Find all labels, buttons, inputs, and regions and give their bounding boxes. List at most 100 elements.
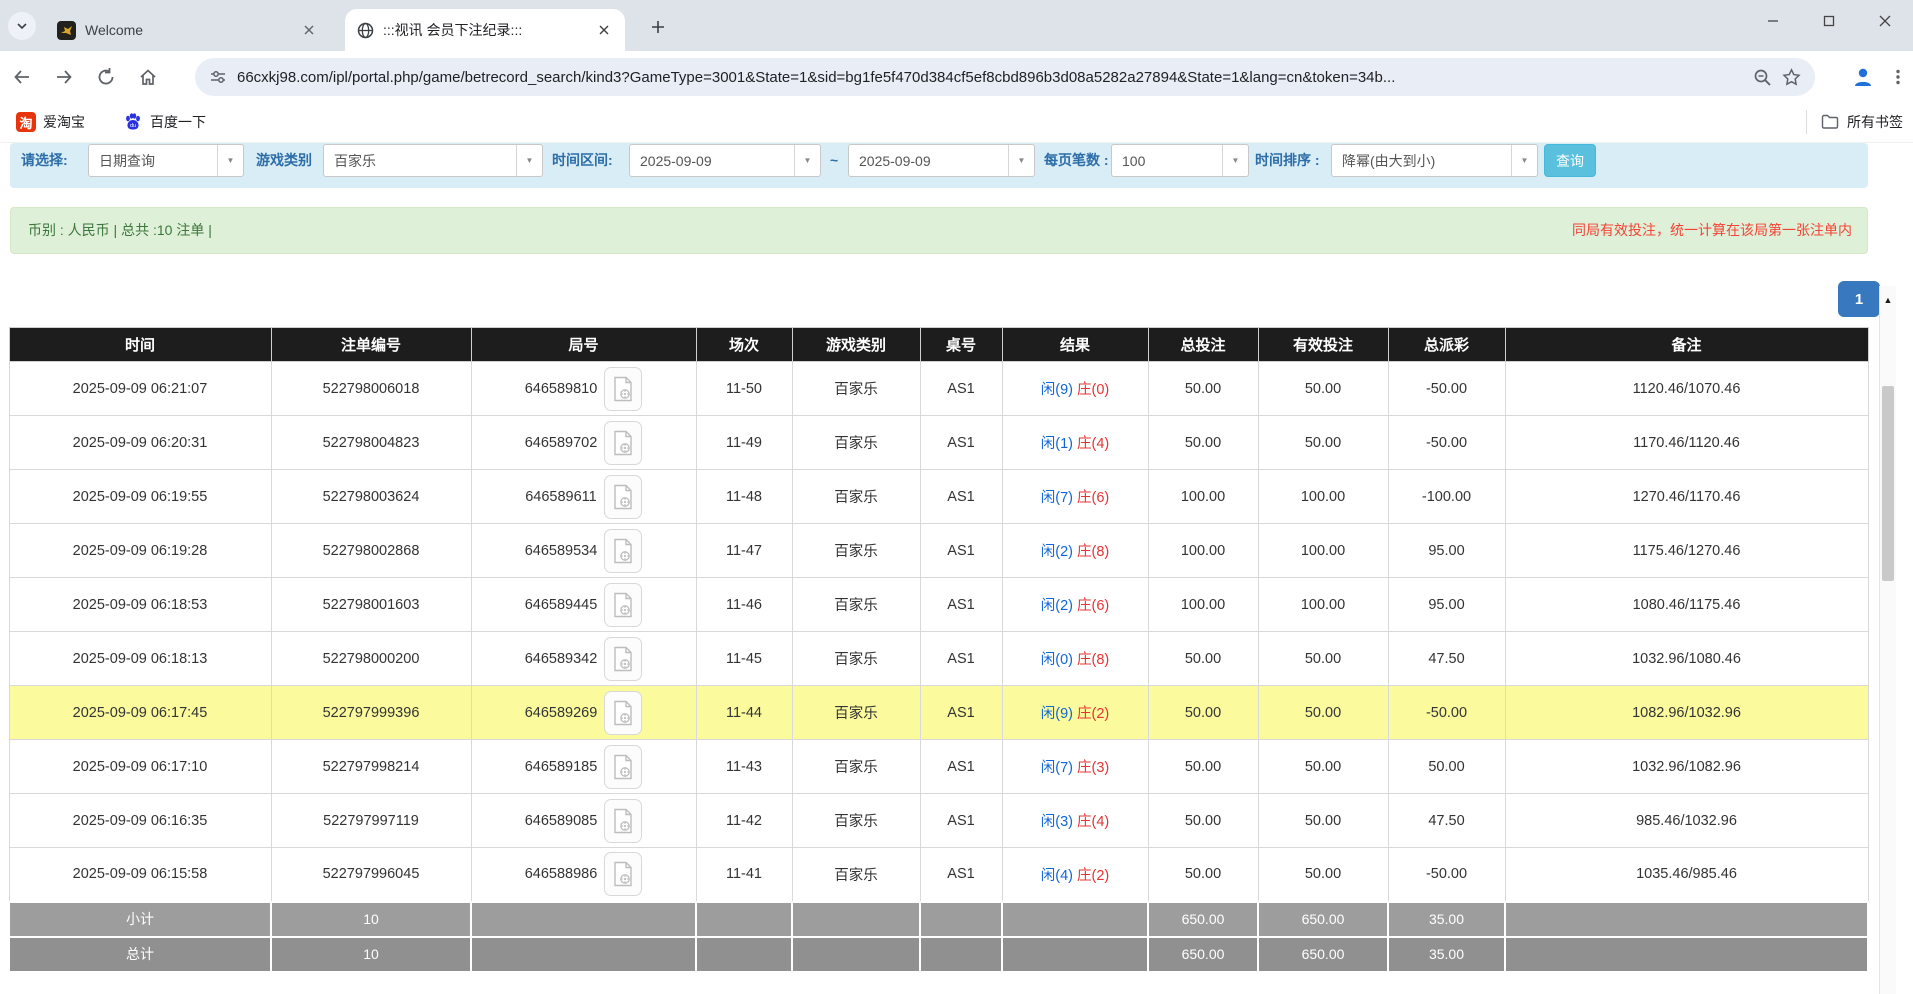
video-replay-button[interactable] [604,691,642,735]
cell-remark: 1120.46/1070.46 [1505,362,1868,416]
bookmark-baidu[interactable]: du 百度一下 [115,108,214,136]
table-row: 2025-09-09 06:18:53522798001603646589445… [9,578,1868,632]
cell-valid-bet: 650.00 [1258,937,1388,972]
cell-payout: 35.00 [1388,937,1505,972]
cell-time: 2025-09-09 06:16:35 [9,794,271,848]
video-replay-button[interactable] [604,745,642,789]
column-header-9: 有效投注 [1258,328,1388,362]
cell-count: 10 [271,937,471,972]
cell-valid-bet: 50.00 [1258,632,1388,686]
cell-round-number: 646589611 [471,470,696,524]
maximize-button[interactable] [1801,0,1857,42]
cell-valid-bet: 50.00 [1258,416,1388,470]
url-bar[interactable]: 66cxkj98.com/ipl/portal.php/game/betreco… [195,58,1815,96]
bookmark-label: 百度一下 [150,112,206,132]
currency-summary-text: 币别 : 人民币 | 总共 :10 注单 | [28,208,212,253]
result-player: 闲(7) [1041,490,1073,506]
cell-empty [920,937,1002,972]
video-replay-button[interactable] [604,583,642,627]
tab-welcome[interactable]: Welcome [45,9,330,51]
cell-session: 11-42 [696,794,792,848]
round-number-wrap: 646589611 [525,475,642,519]
date-from-select[interactable]: 2025-09-09▼ [629,144,821,177]
cell-payout: 50.00 [1388,740,1505,794]
all-bookmarks-button[interactable]: 所有书签 [1806,110,1903,134]
forward-arrow-icon [54,67,74,87]
minimize-button[interactable] [1745,0,1801,42]
chevron-down-icon [16,20,28,32]
zoom-icon[interactable] [1753,68,1772,87]
forward-button[interactable] [44,57,84,97]
scrollbar-up-arrow[interactable]: ▲ [1880,290,1896,310]
bookmark-taobao[interactable]: 淘 爱淘宝 [8,108,93,136]
cell-total-bet: 100.00 [1148,470,1258,524]
profile-avatar-icon[interactable] [1851,65,1875,89]
vertical-scrollbar[interactable]: ▲ [1879,286,1896,994]
result-banker: 庄(2) [1077,868,1109,884]
back-arrow-icon [12,67,32,87]
cell-round-number: 646589085 [471,794,696,848]
cell-empty [1002,937,1148,972]
tab-close-icon[interactable] [300,21,318,39]
table-header-row: 时间注单编号局号场次游戏类别桌号结果总投注有效投注总派彩备注 [9,328,1868,362]
tab-betrecord[interactable]: :::视讯 会员下注纪录::: [345,9,625,51]
cell-empty [1002,902,1148,937]
back-button[interactable] [2,57,42,97]
chevron-down-icon: ▼ [1008,145,1034,176]
sort-order-select[interactable]: 降幂(由大到小)▼ [1331,144,1538,177]
cell-remark [1505,937,1868,972]
home-button[interactable] [128,57,168,97]
cell-game-type: 百家乐 [792,686,920,740]
bookmark-star-icon[interactable] [1782,68,1801,87]
cell-payout: 35.00 [1388,902,1505,937]
cell-remark: 1080.46/1175.46 [1505,578,1868,632]
video-replay-button[interactable] [604,421,642,465]
scrollbar-thumb[interactable] [1882,386,1894,581]
video-replay-button[interactable] [604,367,642,411]
cell-round-number: 646589810 [471,362,696,416]
close-button[interactable] [1857,0,1913,42]
column-header-2: 注单编号 [271,328,471,362]
folder-icon [1821,114,1839,130]
video-replay-button[interactable] [604,529,642,573]
round-number-wrap: 646589810 [525,367,643,411]
tab-search-button[interactable] [8,12,36,40]
round-number: 646589342 [525,651,598,667]
date-to-select[interactable]: 2025-09-09▼ [848,144,1035,177]
tab-strip: Welcome :::视讯 会员下注纪录::: [0,0,1913,51]
video-replay-button[interactable] [604,637,642,681]
round-number: 646589085 [525,813,598,829]
game-type-select[interactable]: 百家乐▼ [323,144,543,177]
column-header-11: 备注 [1505,328,1868,362]
cell-count: 10 [271,902,471,937]
pagination-page-1[interactable]: 1 [1838,281,1880,317]
subtotal-row: 小计10650.00650.0035.00 [9,902,1868,937]
cell-valid-bet: 50.00 [1258,848,1388,902]
cell-payout: 47.50 [1388,632,1505,686]
table-row: 2025-09-09 06:16:35522797997119646589085… [9,794,1868,848]
round-number-wrap: 646589534 [525,529,643,573]
video-replay-button[interactable] [604,799,642,843]
video-record-icon [612,592,634,618]
query-type-select[interactable]: 日期查询▼ [88,144,244,177]
cell-valid-bet: 100.00 [1258,524,1388,578]
cell-round-number: 646589185 [471,740,696,794]
reload-button[interactable] [86,57,126,97]
result-player: 闲(9) [1041,706,1073,722]
tab-title: :::视讯 会员下注纪录::: [383,20,586,40]
tab-close-icon[interactable] [595,21,613,39]
notice-text: 同局有效投注，统一计算在该局第一张注单内 [1572,208,1852,253]
result-player: 闲(3) [1041,814,1073,830]
cell-time: 2025-09-09 06:21:07 [9,362,271,416]
cell-payout: -50.00 [1388,848,1505,902]
video-replay-button[interactable] [604,852,642,896]
search-button[interactable]: 查询 [1544,144,1596,177]
video-replay-button[interactable] [604,475,642,519]
new-tab-button[interactable] [645,14,671,40]
page-size-select[interactable]: 100▼ [1111,144,1249,177]
menu-dots-icon[interactable] [1889,68,1907,86]
table-row: 2025-09-09 06:17:45522797999396646589269… [9,686,1868,740]
cell-total-bet: 50.00 [1148,416,1258,470]
cell-table-number: AS1 [920,740,1002,794]
cell-result: 闲(7) 庄(3) [1002,740,1148,794]
